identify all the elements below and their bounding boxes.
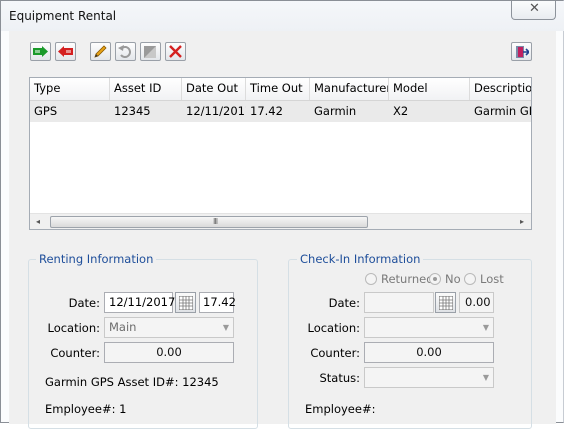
check-in-icon — [58, 46, 73, 57]
edit-button[interactable] — [90, 42, 111, 61]
column-header-date-out[interactable]: Date Out — [182, 78, 246, 100]
cell-date-out: 12/11/2017 — [186, 104, 246, 118]
column-header-model[interactable]: Model — [389, 78, 470, 100]
check-in-button[interactable] — [55, 42, 76, 61]
horizontal-scrollbar[interactable]: ◂ III ▸ — [30, 213, 531, 229]
renting-calendar-button[interactable] — [175, 292, 196, 313]
renting-information-title: Renting Information — [36, 252, 157, 266]
save-icon — [144, 46, 156, 58]
cell-model: X2 — [393, 104, 409, 118]
renting-employee-line: Employee#: 1 — [45, 402, 127, 416]
lost-radio-label: Lost — [480, 272, 504, 286]
close-button[interactable]: ✕ — [511, 1, 556, 20]
cell-time-out: 17.42 — [250, 104, 283, 118]
table-row[interactable]: GPS 12345 12/11/2017 17.42 Garmin X2 Gar… — [30, 101, 531, 122]
returned-radio[interactable] — [365, 273, 377, 285]
scroll-right-arrow-icon[interactable]: ▸ — [520, 217, 524, 226]
scrollbar-grip-icon: III — [213, 217, 218, 226]
column-header-time-out[interactable]: Time Out — [246, 78, 310, 100]
renting-counter-label: Counter: — [50, 346, 100, 360]
lost-radio[interactable] — [464, 273, 476, 285]
save-button[interactable] — [140, 42, 161, 61]
renting-location-select[interactable]: Main ▼ — [104, 317, 234, 338]
renting-counter-field[interactable]: 0.00 — [104, 342, 234, 363]
cell-description: Garmin GPS — [474, 104, 531, 118]
undo-icon — [118, 45, 131, 58]
column-header-asset-id[interactable]: Asset ID — [110, 78, 182, 100]
scrollbar-thumb[interactable]: III — [50, 216, 368, 228]
no-radio[interactable] — [429, 273, 441, 285]
check-in-counter-field[interactable]: 0.00 — [364, 342, 494, 363]
exit-button[interactable] — [511, 42, 532, 61]
cell-type: GPS — [34, 104, 58, 118]
check-in-location-select[interactable]: ▼ — [364, 317, 494, 338]
check-in-time-field[interactable]: 0.00 — [459, 292, 494, 313]
check-in-location-label: Location: — [307, 321, 360, 335]
cell-manufacturer: Garmin — [314, 104, 357, 118]
returned-radio-label: Returned — [381, 272, 434, 286]
grid-header: Type Asset ID Date Out Time Out Manufact… — [30, 78, 531, 101]
title-bar: Equipment Rental ✕ — [1, 1, 564, 31]
chevron-down-icon: ▼ — [222, 323, 229, 332]
column-header-description[interactable]: Description — [470, 78, 531, 100]
check-in-calendar-button[interactable] — [435, 292, 456, 313]
chevron-down-icon: ▼ — [482, 323, 489, 332]
cell-asset-id: 12345 — [114, 104, 151, 118]
renting-location-label: Location: — [47, 321, 100, 335]
scroll-left-arrow-icon[interactable]: ◂ — [36, 217, 40, 226]
column-header-manufacturer[interactable]: Manufacturer — [310, 78, 389, 100]
chevron-down-icon: ▼ — [482, 373, 489, 382]
check-in-status-label: Status: — [319, 371, 360, 385]
delete-x-icon — [169, 45, 182, 58]
no-radio-label: No — [445, 272, 461, 286]
check-in-employee-line: Employee#: — [305, 402, 376, 416]
renting-time-field[interactable]: 17.42 — [199, 292, 236, 313]
check-in-information-title: Check-In Information — [297, 252, 424, 266]
calendar-icon — [179, 296, 193, 310]
check-in-status-select[interactable]: ▼ — [364, 367, 494, 388]
renting-location-value: Main — [109, 320, 137, 334]
calendar-icon — [439, 296, 453, 310]
undo-button[interactable] — [115, 42, 136, 61]
delete-button[interactable] — [165, 42, 186, 61]
equipment-rental-window: Equipment Rental ✕ Type Asset ID Date Ou… — [0, 0, 564, 429]
window-title: Equipment Rental — [9, 9, 117, 23]
renting-date-label: Date: — [68, 296, 100, 310]
renting-date-field[interactable]: 12/11/2017 — [104, 292, 175, 313]
close-icon: ✕ — [529, 1, 540, 16]
renting-asset-line: Garmin GPS Asset ID#: 12345 — [45, 375, 219, 389]
check-in-counter-label: Counter: — [310, 346, 360, 360]
check-in-date-label: Date: — [328, 296, 360, 310]
edit-pencil-icon — [94, 45, 107, 58]
check-in-date-field[interactable] — [364, 292, 434, 313]
column-header-type[interactable]: Type — [30, 78, 110, 100]
check-out-button[interactable] — [30, 42, 51, 61]
check-out-icon — [33, 46, 48, 57]
exit-door-icon — [516, 46, 529, 58]
rental-grid[interactable]: Type Asset ID Date Out Time Out Manufact… — [29, 77, 532, 230]
